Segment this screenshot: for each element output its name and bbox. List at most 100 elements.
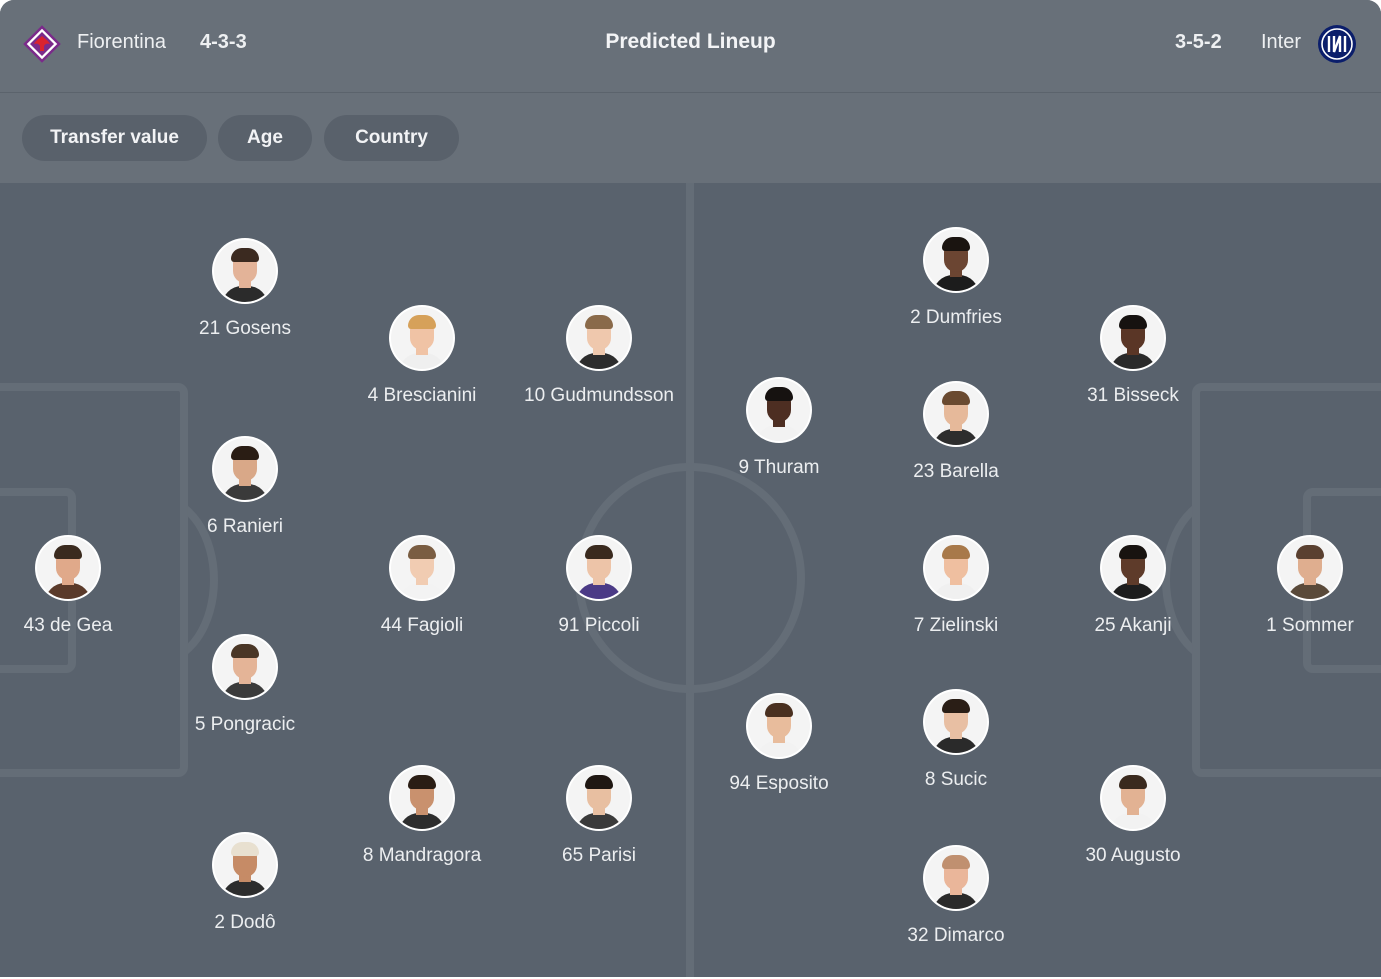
player-avatar — [391, 307, 453, 369]
avatar-shirt — [399, 583, 445, 599]
filter-bar: Transfer value Age Country — [0, 93, 1381, 183]
avatar-hair — [585, 545, 613, 559]
avatar-shirt — [1287, 583, 1333, 599]
avatar-hair — [942, 855, 970, 869]
avatar-hair — [1119, 775, 1147, 789]
filter-country[interactable]: Country — [324, 115, 459, 161]
player-name: 43 de Gea — [23, 615, 113, 636]
player-avatar — [214, 240, 276, 302]
player-card[interactable]: 21 Gosens — [155, 240, 335, 340]
avatar-shirt — [222, 682, 268, 698]
player-avatar — [925, 383, 987, 445]
player-name: 91 Piccoli — [558, 615, 640, 636]
player-avatar — [1102, 307, 1164, 369]
avatar-hair — [585, 315, 613, 329]
avatar-hair — [1119, 545, 1147, 559]
inter-logo — [1317, 24, 1357, 64]
avatar-shirt — [933, 737, 979, 753]
avatar-shirt — [45, 583, 91, 599]
avatar-shirt — [576, 583, 622, 599]
player-name: 31 Bisseck — [1087, 385, 1179, 406]
avatar-hair — [231, 842, 259, 856]
away-team-name[interactable]: Inter — [1261, 31, 1301, 54]
lineup-card: Fiorentina 4-3-3 Predicted Lineup 3-5-2 … — [0, 0, 1381, 977]
avatar-shirt — [756, 425, 802, 441]
player-avatar — [568, 767, 630, 829]
player-avatar — [214, 438, 276, 500]
player-card[interactable]: 2 Dumfries — [866, 229, 1046, 329]
avatar-shirt — [399, 353, 445, 369]
player-card[interactable]: 8 Sucic — [866, 691, 1046, 791]
player-card[interactable]: 6 Ranieri — [155, 438, 335, 538]
player-card[interactable]: 94 Esposito — [689, 695, 869, 795]
player-avatar — [1279, 537, 1341, 599]
player-avatar — [925, 537, 987, 599]
player-name: 25 Akanji — [1094, 615, 1172, 636]
lineup-header: Fiorentina 4-3-3 Predicted Lineup 3-5-2 … — [0, 0, 1381, 93]
player-card[interactable]: 31 Bisseck — [1043, 307, 1223, 407]
away-formation: 3-5-2 — [1175, 31, 1222, 53]
player-name: 5 Pongracic — [194, 714, 296, 735]
player-avatar — [391, 537, 453, 599]
player-avatar — [748, 695, 810, 757]
avatar-shirt — [576, 813, 622, 829]
avatar-hair — [231, 644, 259, 658]
player-name: 2 Dodô — [214, 912, 276, 933]
avatar-hair — [942, 391, 970, 405]
player-card[interactable]: 44 Fagioli — [332, 537, 512, 637]
avatar-hair — [942, 545, 970, 559]
avatar-shirt — [933, 275, 979, 291]
player-avatar — [1102, 767, 1164, 829]
avatar-hair — [54, 545, 82, 559]
player-card[interactable]: 5 Pongracic — [155, 636, 335, 736]
player-card[interactable]: 91 Piccoli — [509, 537, 689, 637]
avatar-shirt — [576, 353, 622, 369]
player-avatar — [925, 229, 987, 291]
avatar-hair — [231, 248, 259, 262]
player-card[interactable]: 10 Gudmundsson — [509, 307, 689, 407]
avatar-hair — [1119, 315, 1147, 329]
player-avatar — [925, 691, 987, 753]
avatar-shirt — [222, 484, 268, 500]
avatar-hair — [585, 775, 613, 789]
player-card[interactable]: 30 Augusto — [1043, 767, 1223, 867]
player-name: 6 Ranieri — [206, 516, 284, 537]
player-name: 7 Zielinski — [913, 615, 999, 636]
avatar-hair — [942, 237, 970, 251]
avatar-shirt — [933, 893, 979, 909]
player-card[interactable]: 43 de Gea — [0, 537, 158, 637]
avatar-shirt — [1110, 353, 1156, 369]
player-card[interactable]: 25 Akanji — [1043, 537, 1223, 637]
avatar-shirt — [1110, 583, 1156, 599]
avatar-shirt — [222, 286, 268, 302]
player-avatar — [748, 379, 810, 441]
player-card[interactable]: 7 Zielinski — [866, 537, 1046, 637]
player-card[interactable]: 32 Dimarco — [866, 847, 1046, 947]
avatar-hair — [408, 775, 436, 789]
player-name: 9 Thuram — [738, 457, 820, 478]
avatar-shirt — [756, 741, 802, 757]
avatar-shirt — [222, 880, 268, 896]
player-card[interactable]: 23 Barella — [866, 383, 1046, 483]
player-card[interactable]: 1 Sommer — [1220, 537, 1381, 637]
player-name: 8 Mandragora — [362, 845, 482, 866]
player-card[interactable]: 2 Dodô — [155, 834, 335, 934]
player-card[interactable]: 9 Thuram — [689, 379, 869, 479]
player-avatar — [568, 307, 630, 369]
player-card[interactable]: 8 Mandragora — [332, 767, 512, 867]
avatar-hair — [408, 315, 436, 329]
player-name: 30 Augusto — [1085, 845, 1181, 866]
player-avatar — [925, 847, 987, 909]
player-card[interactable]: 4 Brescianini — [332, 307, 512, 407]
player-card[interactable]: 65 Parisi — [509, 767, 689, 867]
avatar-hair — [942, 699, 970, 713]
player-avatar — [214, 834, 276, 896]
avatar-shirt — [933, 583, 979, 599]
player-name: 94 Esposito — [729, 773, 829, 794]
avatar-hair — [765, 703, 793, 717]
filter-transfer-value[interactable]: Transfer value — [22, 115, 207, 161]
player-name: 21 Gosens — [199, 318, 291, 339]
avatar-hair — [231, 446, 259, 460]
player-avatar — [1102, 537, 1164, 599]
filter-age[interactable]: Age — [218, 115, 312, 161]
